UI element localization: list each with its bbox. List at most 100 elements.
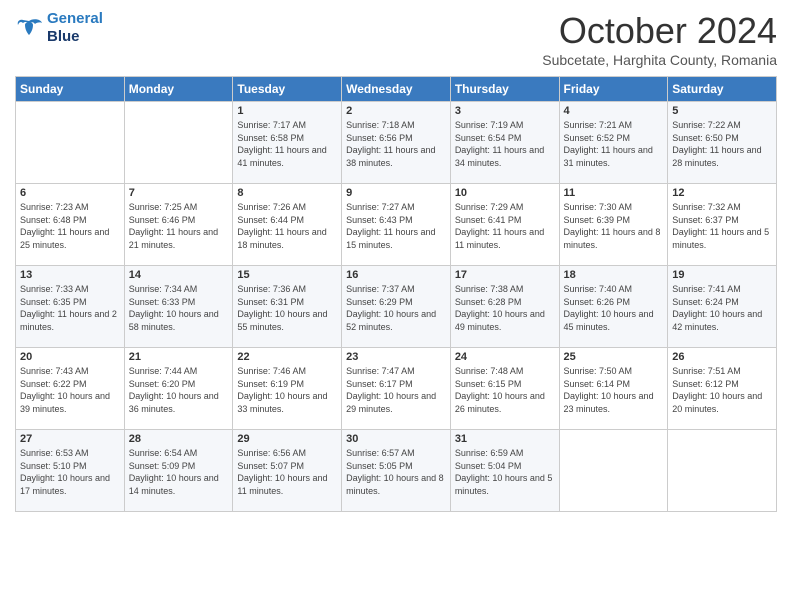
cell-details: Sunrise: 7:50 AMSunset: 6:14 PMDaylight:…: [564, 365, 664, 415]
day-number: 13: [20, 269, 120, 281]
day-number: 27: [20, 433, 120, 445]
cell-details: Sunrise: 7:44 AMSunset: 6:20 PMDaylight:…: [129, 365, 229, 415]
cell-details: Sunrise: 7:23 AMSunset: 6:48 PMDaylight:…: [20, 201, 120, 251]
day-number: 11: [564, 187, 664, 199]
calendar-cell: 1 Sunrise: 7:17 AMSunset: 6:58 PMDaylight…: [233, 102, 342, 184]
calendar-week-5: 27Sunrise: 6:53 AMSunset: 5:10 PMDayligh…: [16, 430, 777, 512]
cell-details: Sunrise: 7:25 AMSunset: 6:46 PMDaylight:…: [129, 201, 229, 251]
day-number: 1: [237, 105, 337, 117]
month-title: October 2024: [542, 10, 777, 52]
day-number: 30: [346, 433, 446, 445]
day-number: 4: [564, 105, 664, 117]
calendar-cell: 27Sunrise: 6:53 AMSunset: 5:10 PMDayligh…: [16, 430, 125, 512]
day-header-sunday: Sunday: [16, 77, 125, 102]
day-header-monday: Monday: [124, 77, 233, 102]
cell-details: Sunrise: 7:26 AMSunset: 6:44 PMDaylight:…: [237, 201, 337, 251]
cell-details: Sunrise: 7:37 AMSunset: 6:29 PMDaylight:…: [346, 283, 446, 333]
calendar-cell: 15 Sunrise: 7:36 AMSunset: 6:31 PMDayligh…: [233, 266, 342, 348]
calendar-cell: 3Sunrise: 7:19 AMSunset: 6:54 PMDaylight…: [450, 102, 559, 184]
cell-details: Sunrise: 7:29 AMSunset: 6:41 PMDaylight:…: [455, 201, 555, 251]
logo-icon: [15, 17, 43, 39]
calendar-header-row: SundayMondayTuesdayWednesdayThursdayFrid…: [16, 77, 777, 102]
day-header-saturday: Saturday: [668, 77, 777, 102]
cell-details: Sunrise: 7:19 AMSunset: 6:54 PMDaylight:…: [455, 119, 555, 169]
calendar-cell: 7 Sunrise: 7:25 AMSunset: 6:46 PMDaylight…: [124, 184, 233, 266]
calendar-cell: 13Sunrise: 7:33 AMSunset: 6:35 PMDayligh…: [16, 266, 125, 348]
calendar-week-2: 6Sunrise: 7:23 AMSunset: 6:48 PMDaylight…: [16, 184, 777, 266]
calendar-cell: 9 Sunrise: 7:27 AMSunset: 6:43 PMDaylight…: [342, 184, 451, 266]
day-number: 5: [672, 105, 772, 117]
calendar-cell: 29 Sunrise: 6:56 AMSunset: 5:07 PMDayligh…: [233, 430, 342, 512]
calendar-week-4: 20 Sunrise: 7:43 AMSunset: 6:22 PMDayligh…: [16, 348, 777, 430]
day-number: 22: [237, 351, 337, 363]
day-number: 10: [455, 187, 555, 199]
day-number: 16: [346, 269, 446, 281]
calendar-cell: 30Sunrise: 6:57 AMSunset: 5:05 PMDayligh…: [342, 430, 451, 512]
calendar-cell: 18Sunrise: 7:40 AMSunset: 6:26 PMDayligh…: [559, 266, 668, 348]
calendar-cell: 11 Sunrise: 7:30 AMSunset: 6:39 PMDayligh…: [559, 184, 668, 266]
day-header-wednesday: Wednesday: [342, 77, 451, 102]
day-number: 24: [455, 351, 555, 363]
calendar-cell: 5 Sunrise: 7:22 AMSunset: 6:50 PMDaylight…: [668, 102, 777, 184]
day-number: 29: [237, 433, 337, 445]
day-number: 17: [455, 269, 555, 281]
day-number: 31: [455, 433, 555, 445]
day-number: 15: [237, 269, 337, 281]
cell-details: Sunrise: 6:59 AMSunset: 5:04 PMDaylight:…: [455, 447, 555, 497]
calendar-cell: 14 Sunrise: 7:34 AMSunset: 6:33 PMDayligh…: [124, 266, 233, 348]
cell-details: Sunrise: 7:27 AMSunset: 6:43 PMDaylight:…: [346, 201, 446, 251]
logo-text: General Blue: [47, 10, 103, 46]
calendar-cell: 20 Sunrise: 7:43 AMSunset: 6:22 PMDayligh…: [16, 348, 125, 430]
cell-details: Sunrise: 7:48 AMSunset: 6:15 PMDaylight:…: [455, 365, 555, 415]
day-number: 14: [129, 269, 229, 281]
cell-details: Sunrise: 7:38 AMSunset: 6:28 PMDaylight:…: [455, 283, 555, 333]
day-number: 8: [237, 187, 337, 199]
calendar-cell: 2 Sunrise: 7:18 AMSunset: 6:56 PMDaylight…: [342, 102, 451, 184]
day-header-friday: Friday: [559, 77, 668, 102]
calendar-cell: 19 Sunrise: 7:41 AMSunset: 6:24 PMDayligh…: [668, 266, 777, 348]
calendar-cell: 25 Sunrise: 7:50 AMSunset: 6:14 PMDayligh…: [559, 348, 668, 430]
calendar-cell: 23Sunrise: 7:47 AMSunset: 6:17 PMDayligh…: [342, 348, 451, 430]
logo: General Blue: [15, 10, 103, 46]
day-number: 26: [672, 351, 772, 363]
cell-details: Sunrise: 7:32 AMSunset: 6:37 PMDaylight:…: [672, 201, 772, 251]
calendar-cell: 12 Sunrise: 7:32 AMSunset: 6:37 PMDayligh…: [668, 184, 777, 266]
cell-details: Sunrise: 7:17 AMSunset: 6:58 PMDaylight:…: [237, 119, 337, 169]
cell-details: Sunrise: 7:41 AMSunset: 6:24 PMDaylight:…: [672, 283, 772, 333]
cell-details: Sunrise: 7:36 AMSunset: 6:31 PMDaylight:…: [237, 283, 337, 333]
calendar-cell: 4Sunrise: 7:21 AMSunset: 6:52 PMDaylight…: [559, 102, 668, 184]
title-block: October 2024 Subcetate, Harghita County,…: [542, 10, 777, 68]
cell-details: Sunrise: 7:46 AMSunset: 6:19 PMDaylight:…: [237, 365, 337, 415]
calendar-cell: 16 Sunrise: 7:37 AMSunset: 6:29 PMDayligh…: [342, 266, 451, 348]
cell-details: Sunrise: 6:56 AMSunset: 5:07 PMDaylight:…: [237, 447, 337, 497]
day-number: 25: [564, 351, 664, 363]
calendar-cell: [124, 102, 233, 184]
cell-details: Sunrise: 6:54 AMSunset: 5:09 PMDaylight:…: [129, 447, 229, 497]
day-number: 12: [672, 187, 772, 199]
cell-details: Sunrise: 7:47 AMSunset: 6:17 PMDaylight:…: [346, 365, 446, 415]
cell-details: Sunrise: 7:51 AMSunset: 6:12 PMDaylight:…: [672, 365, 772, 415]
cell-details: Sunrise: 7:34 AMSunset: 6:33 PMDaylight:…: [129, 283, 229, 333]
location-subtitle: Subcetate, Harghita County, Romania: [542, 52, 777, 68]
calendar-table: SundayMondayTuesdayWednesdayThursdayFrid…: [15, 76, 777, 512]
cell-details: Sunrise: 7:43 AMSunset: 6:22 PMDaylight:…: [20, 365, 120, 415]
calendar-cell: [559, 430, 668, 512]
day-number: 2: [346, 105, 446, 117]
cell-details: Sunrise: 7:22 AMSunset: 6:50 PMDaylight:…: [672, 119, 772, 169]
day-number: 19: [672, 269, 772, 281]
day-header-tuesday: Tuesday: [233, 77, 342, 102]
calendar-cell: 26 Sunrise: 7:51 AMSunset: 6:12 PMDayligh…: [668, 348, 777, 430]
calendar-cell: 21 Sunrise: 7:44 AMSunset: 6:20 PMDayligh…: [124, 348, 233, 430]
day-number: 20: [20, 351, 120, 363]
day-number: 21: [129, 351, 229, 363]
cell-details: Sunrise: 7:18 AMSunset: 6:56 PMDaylight:…: [346, 119, 446, 169]
cell-details: Sunrise: 7:30 AMSunset: 6:39 PMDaylight:…: [564, 201, 664, 251]
calendar-cell: 28Sunrise: 6:54 AMSunset: 5:09 PMDayligh…: [124, 430, 233, 512]
calendar-cell: 6Sunrise: 7:23 AMSunset: 6:48 PMDaylight…: [16, 184, 125, 266]
day-header-thursday: Thursday: [450, 77, 559, 102]
day-number: 9: [346, 187, 446, 199]
calendar-cell: 8 Sunrise: 7:26 AMSunset: 6:44 PMDaylight…: [233, 184, 342, 266]
page-header: General Blue October 2024 Subcetate, Har…: [15, 10, 777, 68]
calendar-cell: 24 Sunrise: 7:48 AMSunset: 6:15 PMDayligh…: [450, 348, 559, 430]
day-number: 7: [129, 187, 229, 199]
